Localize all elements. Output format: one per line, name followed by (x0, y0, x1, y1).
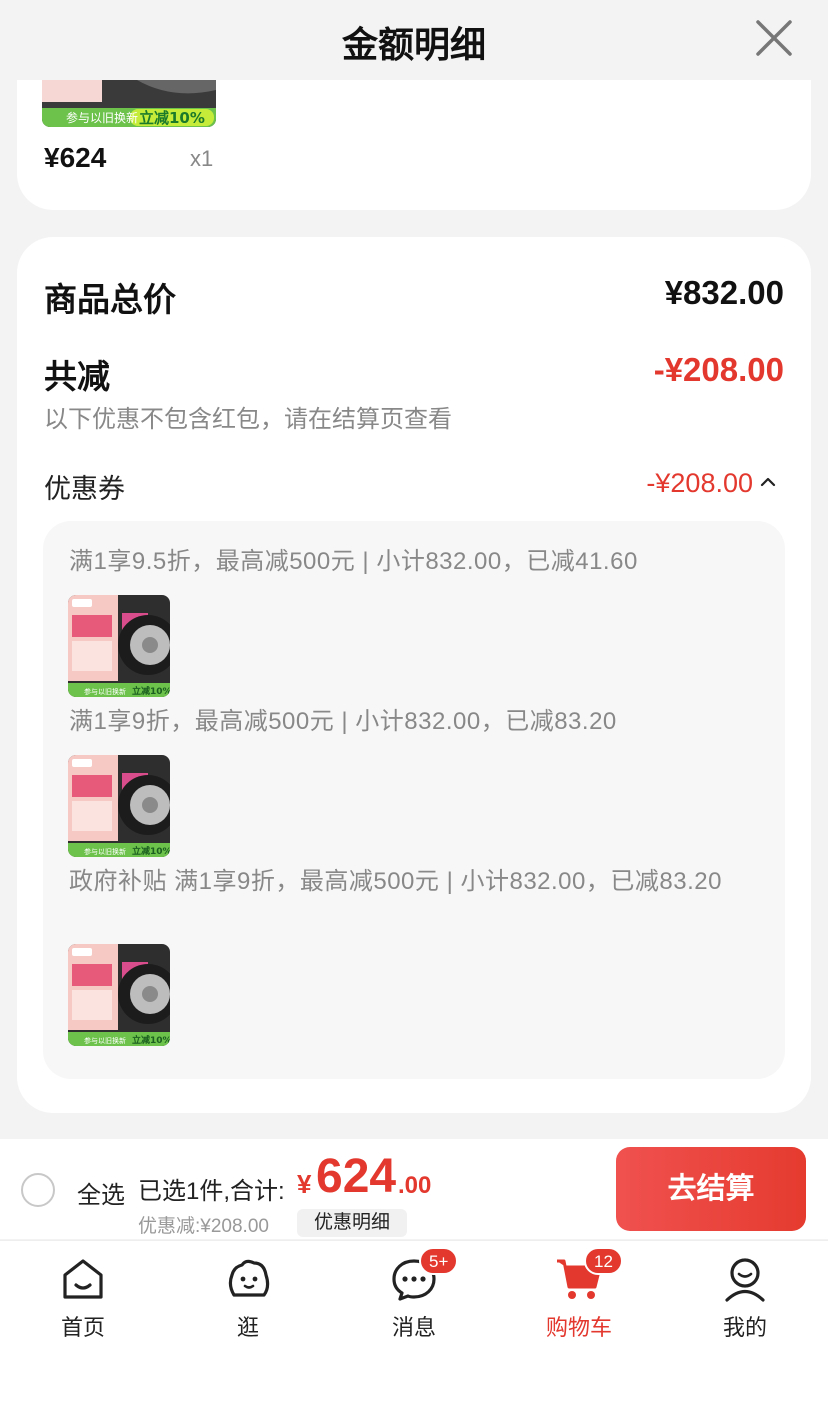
coupon-product-thumbnail: 参与以旧换新 立减10% (68, 755, 170, 857)
svg-text:参与以旧换新: 参与以旧换新 (84, 1036, 126, 1045)
total-price-value: ¥832.00 (664, 274, 784, 311)
bottom-tab-bar: 首页 逛 5+ 消息 12 购物车 我的 (0, 1240, 828, 1419)
cart-count-badge: 12 (584, 1247, 623, 1275)
select-all-label[interactable]: 全选 (77, 1175, 125, 1210)
checkout-bar: 全选 已选1件,合计: ¥ 624 .00 优惠减:¥208.00 优惠明细 去… (0, 1139, 828, 1239)
tab-cart[interactable]: 12 购物车 (524, 1247, 634, 1345)
coupon-product-thumbnail: 参与以旧换新 立减10% (68, 595, 170, 697)
product-quantity: x1 (190, 146, 214, 171)
selected-summary: 已选1件,合计: (138, 1178, 285, 1205)
page-title: 金额明细 (341, 24, 486, 65)
tab-discover-label: 逛 (236, 1315, 259, 1340)
price-summary-card: 商品总价 ¥832.00 共减 -¥208.00 以下优惠不包含红包，请在结算页… (17, 237, 811, 1113)
svg-text:立减10%: 立减10% (132, 685, 170, 697)
coupon-label[interactable]: 优惠券 (44, 467, 125, 506)
product-thumbnail[interactable]: 参与以旧换新 立减10% (42, 80, 216, 127)
tab-profile[interactable]: 我的 (690, 1255, 800, 1345)
discount-amount: 优惠减:¥208.00 (138, 1216, 269, 1237)
svg-text:立减10%: 立减10% (132, 845, 170, 857)
close-button[interactable] (752, 16, 796, 60)
total-currency: ¥ (297, 1169, 312, 1199)
svg-text:立减10%: 立减10% (132, 1034, 170, 1046)
product-card: 参与以旧换新 立减10% ¥624 x1 (17, 80, 811, 210)
total-reduce-value: -¥208.00 (653, 351, 784, 388)
total-price-label: 商品总价 (44, 281, 176, 318)
discount-detail-button[interactable]: 优惠明细 (297, 1209, 407, 1237)
discover-icon[interactable] (224, 1255, 272, 1303)
discount-note: 以下优惠不包含红包，请在结算页查看 (44, 406, 452, 433)
header: 金额明细 (0, 0, 828, 80)
chevron-up-icon[interactable] (759, 473, 777, 491)
total-reduce-label: 共减 (44, 358, 110, 395)
tab-messages-label: 消息 (391, 1315, 436, 1340)
tab-profile-label: 我的 (722, 1315, 767, 1340)
coupon-product-thumbnail: 参与以旧换新 立减10% (68, 944, 170, 1046)
svg-text:参与以旧换新: 参与以旧换新 (66, 110, 138, 125)
profile-icon[interactable] (721, 1255, 769, 1303)
coupon-rule-1: 满1享9.5折，最高减500元 | 小计832.00，已减41.60 (69, 548, 638, 575)
tab-home-label: 首页 (60, 1315, 105, 1340)
coupon-detail-box: 满1享9.5折，最高减500元 | 小计832.00，已减41.60 参与以旧换… (43, 521, 785, 1079)
product-price: ¥624 (44, 142, 107, 173)
message-count-badge: 5+ (419, 1247, 459, 1275)
tab-discover[interactable]: 逛 (193, 1255, 303, 1345)
svg-text:参与以旧换新: 参与以旧换新 (84, 687, 126, 696)
tab-messages[interactable]: 5+ 消息 (359, 1247, 469, 1345)
tab-home[interactable]: 首页 (28, 1255, 138, 1345)
home-icon[interactable] (59, 1255, 107, 1303)
total-amount-decimal: .00 (398, 1172, 432, 1199)
select-all-checkbox[interactable] (21, 1173, 55, 1207)
coupon-value[interactable]: -¥208.00 (646, 468, 753, 499)
svg-text:立减10%: 立减10% (139, 109, 205, 127)
coupon-rule-3: 政府补贴 满1享9折，最高减500元 | 小计832.00，已减83.20 (69, 868, 722, 895)
svg-text:参与以旧换新: 参与以旧换新 (84, 847, 126, 856)
tab-cart-label: 购物车 (545, 1315, 612, 1340)
close-icon[interactable] (752, 16, 796, 60)
coupon-rule-2: 满1享9折，最高减500元 | 小计832.00，已减83.20 (69, 708, 617, 735)
checkout-button[interactable]: 去结算 (616, 1147, 806, 1231)
total-amount-integer: 624 (316, 1150, 397, 1203)
